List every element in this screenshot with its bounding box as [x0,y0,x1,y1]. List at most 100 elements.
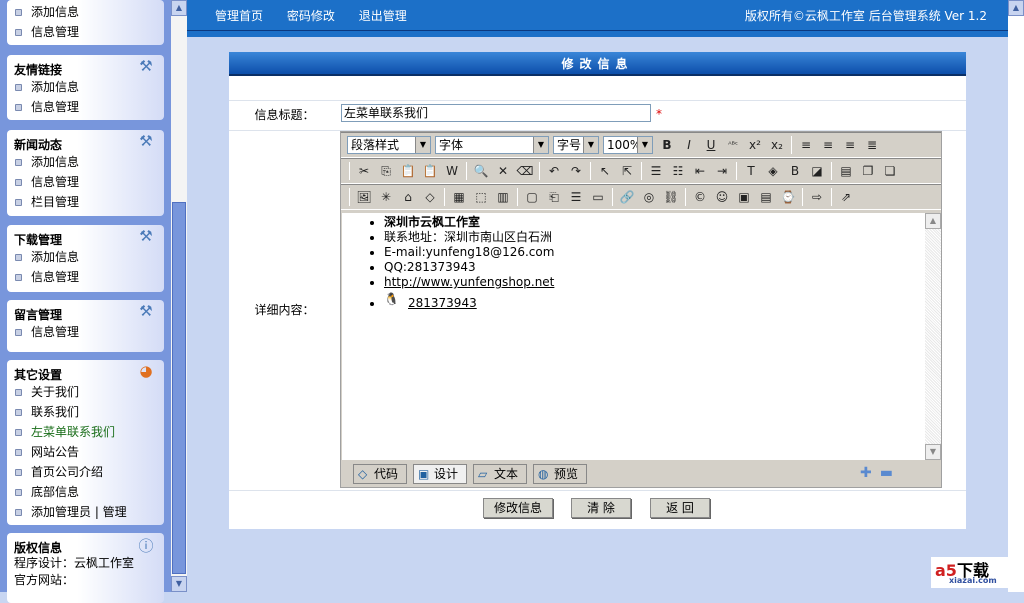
fullscreen-icon[interactable]: ⇗ [836,187,856,207]
unordered-list-icon[interactable]: ☷ [668,161,688,181]
cut-icon[interactable]: ✂ [354,161,374,181]
title-input[interactable]: 左菜单联系我们 [341,104,651,122]
send-backward-icon[interactable]: ❏ [880,161,900,181]
scroll-up-arrow-icon[interactable]: ▲ [925,213,941,229]
scroll-down-arrow-icon[interactable]: ▼ [171,576,187,592]
menu-item[interactable]: 底部信息 [7,482,164,502]
unlink-icon[interactable]: ⛓ [661,187,681,207]
form-icon[interactable]: ▥ [493,187,513,207]
plus-icon[interactable]: ✚ [860,465,880,481]
media-icon[interactable]: ⌂ [398,187,418,207]
select-all-icon[interactable]: ⇱ [617,161,637,181]
background-color-icon[interactable]: ◈ [763,161,783,181]
time-icon[interactable]: ⌚ [778,187,798,207]
special-char-icon[interactable]: © [690,187,710,207]
underline-icon[interactable]: U [701,135,721,155]
superscript-icon[interactable]: x² [745,135,765,155]
tab-preview[interactable]: ◍ 预览 [533,464,588,484]
text-color-icon[interactable]: T [741,161,761,181]
page-copy-icon[interactable]: ⎗ [544,187,564,207]
code-block-icon[interactable]: ▢ [522,187,542,207]
menu-item-active[interactable]: 左菜单联系我们 [7,422,164,442]
sidebar-scrollbar[interactable]: ▲ ▼ [171,0,187,592]
font-size-select[interactable]: 字号 ▼ [553,136,599,154]
emoticon-icon[interactable]: ☺ [712,187,732,207]
ordered-list-icon[interactable]: ☰ [646,161,666,181]
excel-icon[interactable]: ▣ [734,187,754,207]
scrollbar-thumb[interactable] [172,202,186,574]
menu-item[interactable]: 信息管理 [7,322,164,342]
scroll-up-arrow-icon[interactable]: ▲ [1008,0,1024,16]
justify-icon[interactable]: ≣ [862,135,882,155]
indent-icon[interactable]: ⇥ [712,161,732,181]
scroll-down-arrow-icon[interactable]: ▼ [925,444,941,460]
zoom-select[interactable]: 100% ▼ [603,136,653,154]
find-icon[interactable]: 🔍 [471,161,491,181]
menu-item[interactable]: 首页公司介绍 [7,462,164,482]
nav-home[interactable]: 管理首页 [215,9,263,23]
image-icon[interactable]: 🖼 [354,187,374,207]
menu-item[interactable]: 信息管理 [7,172,164,192]
align-right-icon[interactable]: ≡ [840,135,860,155]
clear-button[interactable]: 清 除 [571,498,631,518]
subscript-icon[interactable]: x₂ [767,135,787,155]
menu-item[interactable]: 信息管理 [7,22,164,42]
remove-format-icon[interactable]: ◪ [807,161,827,181]
align-left-icon[interactable]: ≡ [796,135,816,155]
redo-icon[interactable]: ↷ [566,161,586,181]
website-link[interactable]: http://www.yunfengshop.net [384,275,554,289]
bring-forward-icon[interactable]: ❐ [858,161,878,181]
eraser-icon[interactable]: ⌫ [515,161,535,181]
select-icon[interactable]: ↖ [595,161,615,181]
menu-item[interactable]: 添加信息 [7,247,164,267]
menu-item[interactable]: 栏目管理 [7,192,164,212]
paragraph-style-select[interactable]: 段落样式 ▼ [347,136,431,154]
menu-item[interactable]: 网站公告 [7,442,164,462]
bold-icon[interactable]: B [657,135,677,155]
menu-item[interactable]: 添加管理员 | 管理 [7,502,164,522]
paste-word-icon[interactable]: W [442,161,462,181]
page-break-icon[interactable]: ⇨ [807,187,827,207]
absolute-position-icon[interactable]: ▤ [836,161,856,181]
tab-text[interactable]: ▱ 文本 [473,464,528,484]
minus-icon[interactable]: ▬ [880,465,901,481]
table-icon[interactable]: ▦ [449,187,469,207]
submit-button[interactable]: 修改信息 [483,498,553,518]
horizontal-rule-icon[interactable]: ☰ [566,187,586,207]
scroll-up-arrow-icon[interactable]: ▲ [171,0,187,16]
tab-code[interactable]: ◇ 代码 [353,464,408,484]
outdent-icon[interactable]: ⇤ [690,161,710,181]
copy-icon[interactable]: ⎘ [376,161,396,181]
qq-link[interactable]: 281373943 [408,296,477,310]
tab-design[interactable]: ▣ 设计 [413,464,468,484]
file-icon[interactable]: ◇ [420,187,440,207]
block-color-icon[interactable]: B [785,161,805,181]
editor-scrollbar[interactable]: ▲ ▼ [925,213,941,460]
flash-icon[interactable]: ✳ [376,187,396,207]
input-icon[interactable]: ▭ [588,187,608,207]
undo-icon[interactable]: ↶ [544,161,564,181]
hyperlink-icon[interactable]: 🔗 [617,187,637,207]
anchor-icon[interactable]: ◎ [639,187,659,207]
menu-item[interactable]: 信息管理 [7,267,164,287]
menu-item[interactable]: 信息管理 [7,97,164,117]
back-button[interactable]: 返 回 [650,498,710,518]
menu-item[interactable]: 添加信息 [7,77,164,97]
align-center-icon[interactable]: ≡ [818,135,838,155]
main-scrollbar[interactable]: ▲ [1008,0,1024,592]
delete-icon[interactable]: ✕ [493,161,513,181]
menu-item[interactable]: 关于我们 [7,382,164,402]
strikethrough-icon[interactable]: ᴬᴮᶜ [723,135,743,155]
paste-icon[interactable]: 📋 [398,161,418,181]
date-icon[interactable]: ▤ [756,187,776,207]
layer-icon[interactable]: ⬚ [471,187,491,207]
italic-icon[interactable]: I [679,135,699,155]
paste-text-icon[interactable]: 📋 [420,161,440,181]
menu-item[interactable]: 联系我们 [7,402,164,422]
menu-item[interactable]: 添加信息 [7,2,164,22]
nav-logout[interactable]: 退出管理 [359,9,407,23]
nav-password[interactable]: 密码修改 [287,9,335,23]
font-select[interactable]: 字体 ▼ [435,136,549,154]
editor-content[interactable]: 深圳市云枫工作室 联系地址：深圳市南山区白石洲 E-mail:yunfeng18… [342,213,926,460]
menu-item[interactable]: 添加信息 [7,152,164,172]
